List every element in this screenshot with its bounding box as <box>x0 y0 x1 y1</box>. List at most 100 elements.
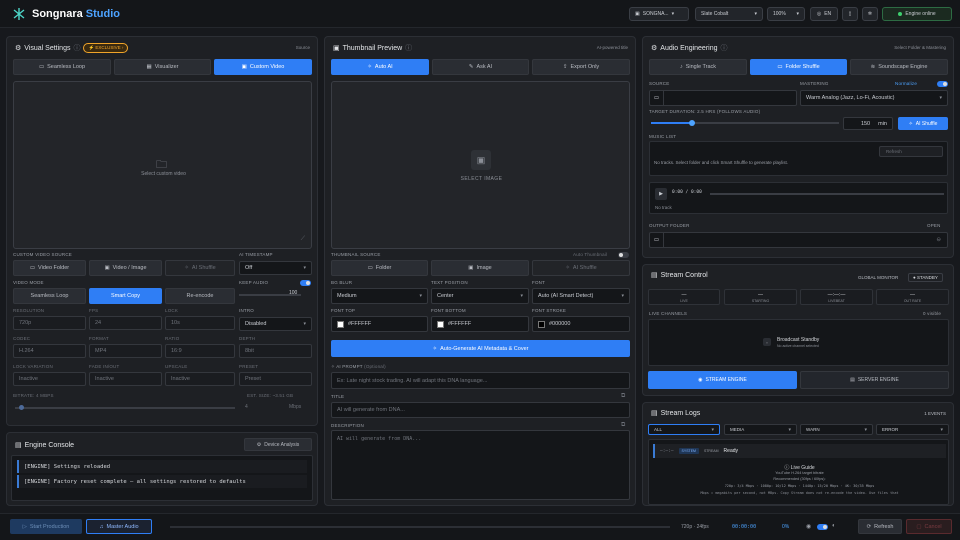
folder-icon: ▭ <box>650 91 664 105</box>
refresh-button[interactable]: ⟳ Refresh <box>858 519 902 534</box>
open-label[interactable]: OPEN <box>927 223 941 228</box>
preset-select[interactable]: Preset <box>239 372 312 386</box>
filter-warn[interactable]: WARN ▾ <box>800 424 873 435</box>
stream-engine-button[interactable]: ◉ STREAM ENGINE <box>648 371 797 389</box>
select-value: Center <box>437 293 454 299</box>
fade-select[interactable]: Inactive <box>89 372 162 386</box>
select-value: Off <box>245 265 253 271</box>
audio-source-field[interactable]: ▭ <box>649 90 797 106</box>
keep-audio-value: 100 <box>289 290 298 296</box>
filter-media[interactable]: MEDIA ▾ <box>724 424 797 435</box>
preview-toggle[interactable] <box>817 524 828 530</box>
language-button[interactable]: ◎ EN <box>810 7 838 21</box>
stat-key: LIVE <box>680 298 688 303</box>
mode-smart-copy[interactable]: Smart Copy <box>89 288 162 304</box>
video-folder-button[interactable]: ▭ Video Folder <box>13 260 86 276</box>
master-audio-button[interactable]: ♫ Master Audio <box>86 519 152 534</box>
normalize-toggle[interactable] <box>937 81 948 87</box>
ai-timestamp-select[interactable]: Off ▾ <box>239 261 312 275</box>
description-input[interactable]: AI will generate from DNA... <box>331 430 630 500</box>
waveform-icon: ▦ <box>146 64 152 70</box>
device-analysis-button[interactable]: ⚙ Device Analysis <box>244 438 312 451</box>
upscale-select[interactable]: Inactive <box>165 372 235 386</box>
tab-auto-ai[interactable]: ✧ Auto AI <box>331 59 429 75</box>
ai-prompt-input[interactable]: Ex: Late night stock trading. AI will ad… <box>331 372 630 389</box>
player-progress[interactable] <box>710 193 944 195</box>
lock-select[interactable]: 10s <box>165 316 235 330</box>
standby-badge: ● STANDBY <box>908 273 943 282</box>
theme-select[interactable]: Slate Cobalt ▾ <box>695 7 763 21</box>
settings-button[interactable]: ✲ <box>862 7 878 21</box>
stat-value: — <box>758 291 763 298</box>
tab-single-track[interactable]: ♪ Single Track <box>649 59 747 75</box>
refresh-list-button[interactable]: Refresh <box>879 146 943 157</box>
button-label: AI Shuffle <box>191 265 216 271</box>
thumb-ai-shuffle-button[interactable]: ✧ AI Shuffle <box>532 260 630 276</box>
chevron-down-icon: ▾ <box>303 265 306 271</box>
depth-select[interactable]: 8bit <box>239 344 312 358</box>
font-top-color[interactable]: #FFFFFF <box>331 316 428 332</box>
tab-visualizer[interactable]: ▦ Visualizer <box>114 59 211 75</box>
bitrate-unit: Mbps <box>289 404 302 410</box>
mode-seamless-loop[interactable]: Seamless Loop <box>13 288 86 304</box>
tab-custom-video[interactable]: ▣ Custom Video <box>214 59 312 75</box>
tab-seamless-loop[interactable]: ▭ Seamless Loop <box>13 59 111 75</box>
duration-slider-thumb[interactable] <box>689 120 696 126</box>
open-folder-icon[interactable]: ⊖ <box>936 237 941 243</box>
visual-title-text: Visual Settings <box>24 44 71 52</box>
stat-value: —:—:— <box>827 291 846 298</box>
fps-select[interactable]: 24 <box>89 316 162 330</box>
thumb-folder-button[interactable]: ▭ Folder <box>331 260 428 276</box>
filter-error[interactable]: ERROR ▾ <box>876 424 949 435</box>
font-select[interactable]: Auto (AI Smart Detect) ▾ <box>532 288 630 304</box>
codec-select[interactable]: H.264 <box>13 344 86 358</box>
thumbnail-drop-zone[interactable]: ▣ SELECT IMAGE <box>331 81 630 249</box>
book-button[interactable]: ▯ <box>842 7 858 21</box>
tab-folder-shuffle[interactable]: ▭ Folder Shuffle <box>750 59 847 75</box>
font-stroke-color[interactable]: #000000 <box>532 316 630 332</box>
lock-variation-select[interactable]: Inactive <box>13 372 86 386</box>
play-icon[interactable]: ▶ <box>655 188 667 200</box>
tab-export-only[interactable]: ⇪ Export Only <box>532 59 630 75</box>
start-production-button[interactable]: ▷ Start Production <box>10 519 82 534</box>
input-placeholder: Ex: Late night stock trading. AI will ad… <box>337 377 488 384</box>
ai-shuffle-audio-button[interactable]: ✧ AI Shuffle <box>898 117 948 130</box>
output-folder-field[interactable]: ▭ ⊖ <box>649 232 948 248</box>
select-value: Inactive <box>171 376 190 382</box>
font-bottom-color[interactable]: #FFFFFF <box>431 316 529 332</box>
tab-ask-ai[interactable]: ✎ Ask AI <box>432 59 529 75</box>
bitrate-slider-thumb[interactable] <box>19 405 24 410</box>
cancel-button[interactable]: ▢ Cancel <box>906 519 952 534</box>
volume-icon[interactable]: ◐ <box>832 523 836 529</box>
channel-select[interactable]: ▣ SONGNA... ▾ <box>629 7 689 21</box>
tab-soundscape-engine[interactable]: ≋ Soundscape Engine <box>850 59 948 75</box>
mastering-select[interactable]: Warm Analog (Jazz, Lo-Fi, Acoustic) ▾ <box>800 90 948 106</box>
filter-all[interactable]: ALL ▾ <box>648 424 720 435</box>
title-input[interactable]: AI will generate from DNA... <box>331 402 630 418</box>
stream-title-text: Stream Control <box>660 271 708 279</box>
video-mode-label: VIDEO MODE <box>13 280 44 285</box>
keep-audio-toggle[interactable] <box>300 280 311 286</box>
tab-label: Seamless Loop <box>47 64 86 70</box>
thumb-image-button[interactable]: ▣ Image <box>431 260 529 276</box>
bg-blur-select[interactable]: Medium ▾ <box>331 288 428 304</box>
text-position-select[interactable]: Center ▾ <box>431 288 529 304</box>
eye-icon: ◉ <box>806 524 812 530</box>
auto-thumbnail-toggle[interactable] <box>618 252 629 258</box>
video-image-button[interactable]: ▣ Video / Image <box>89 260 162 276</box>
info-icon: ⓘ <box>720 45 728 52</box>
intro-select[interactable]: Disabled ▾ <box>239 317 312 331</box>
bitrate-slider[interactable] <box>15 407 235 409</box>
ratio-select[interactable]: 16:9 <box>165 344 235 358</box>
copy-icon[interactable]: ⧉ <box>621 422 625 429</box>
resolution-select[interactable]: 720p <box>13 316 86 330</box>
duration-input[interactable]: 150 min <box>843 117 893 130</box>
copy-icon[interactable]: ⧉ <box>621 393 625 400</box>
zoom-select[interactable]: 100% ▾ <box>767 7 805 21</box>
ai-shuffle-button[interactable]: ✧ AI Shuffle <box>165 260 235 276</box>
mode-re-encode[interactable]: Re-encode <box>165 288 235 304</box>
video-drop-zone[interactable]: 🗀 Select custom video ⟋ <box>13 81 312 249</box>
auto-generate-button[interactable]: ✧ Auto-Generate AI Metadata & Cover <box>331 340 630 357</box>
server-engine-button[interactable]: ▤ SERVER ENGINE <box>800 371 949 389</box>
format-select[interactable]: MP4 <box>89 344 162 358</box>
